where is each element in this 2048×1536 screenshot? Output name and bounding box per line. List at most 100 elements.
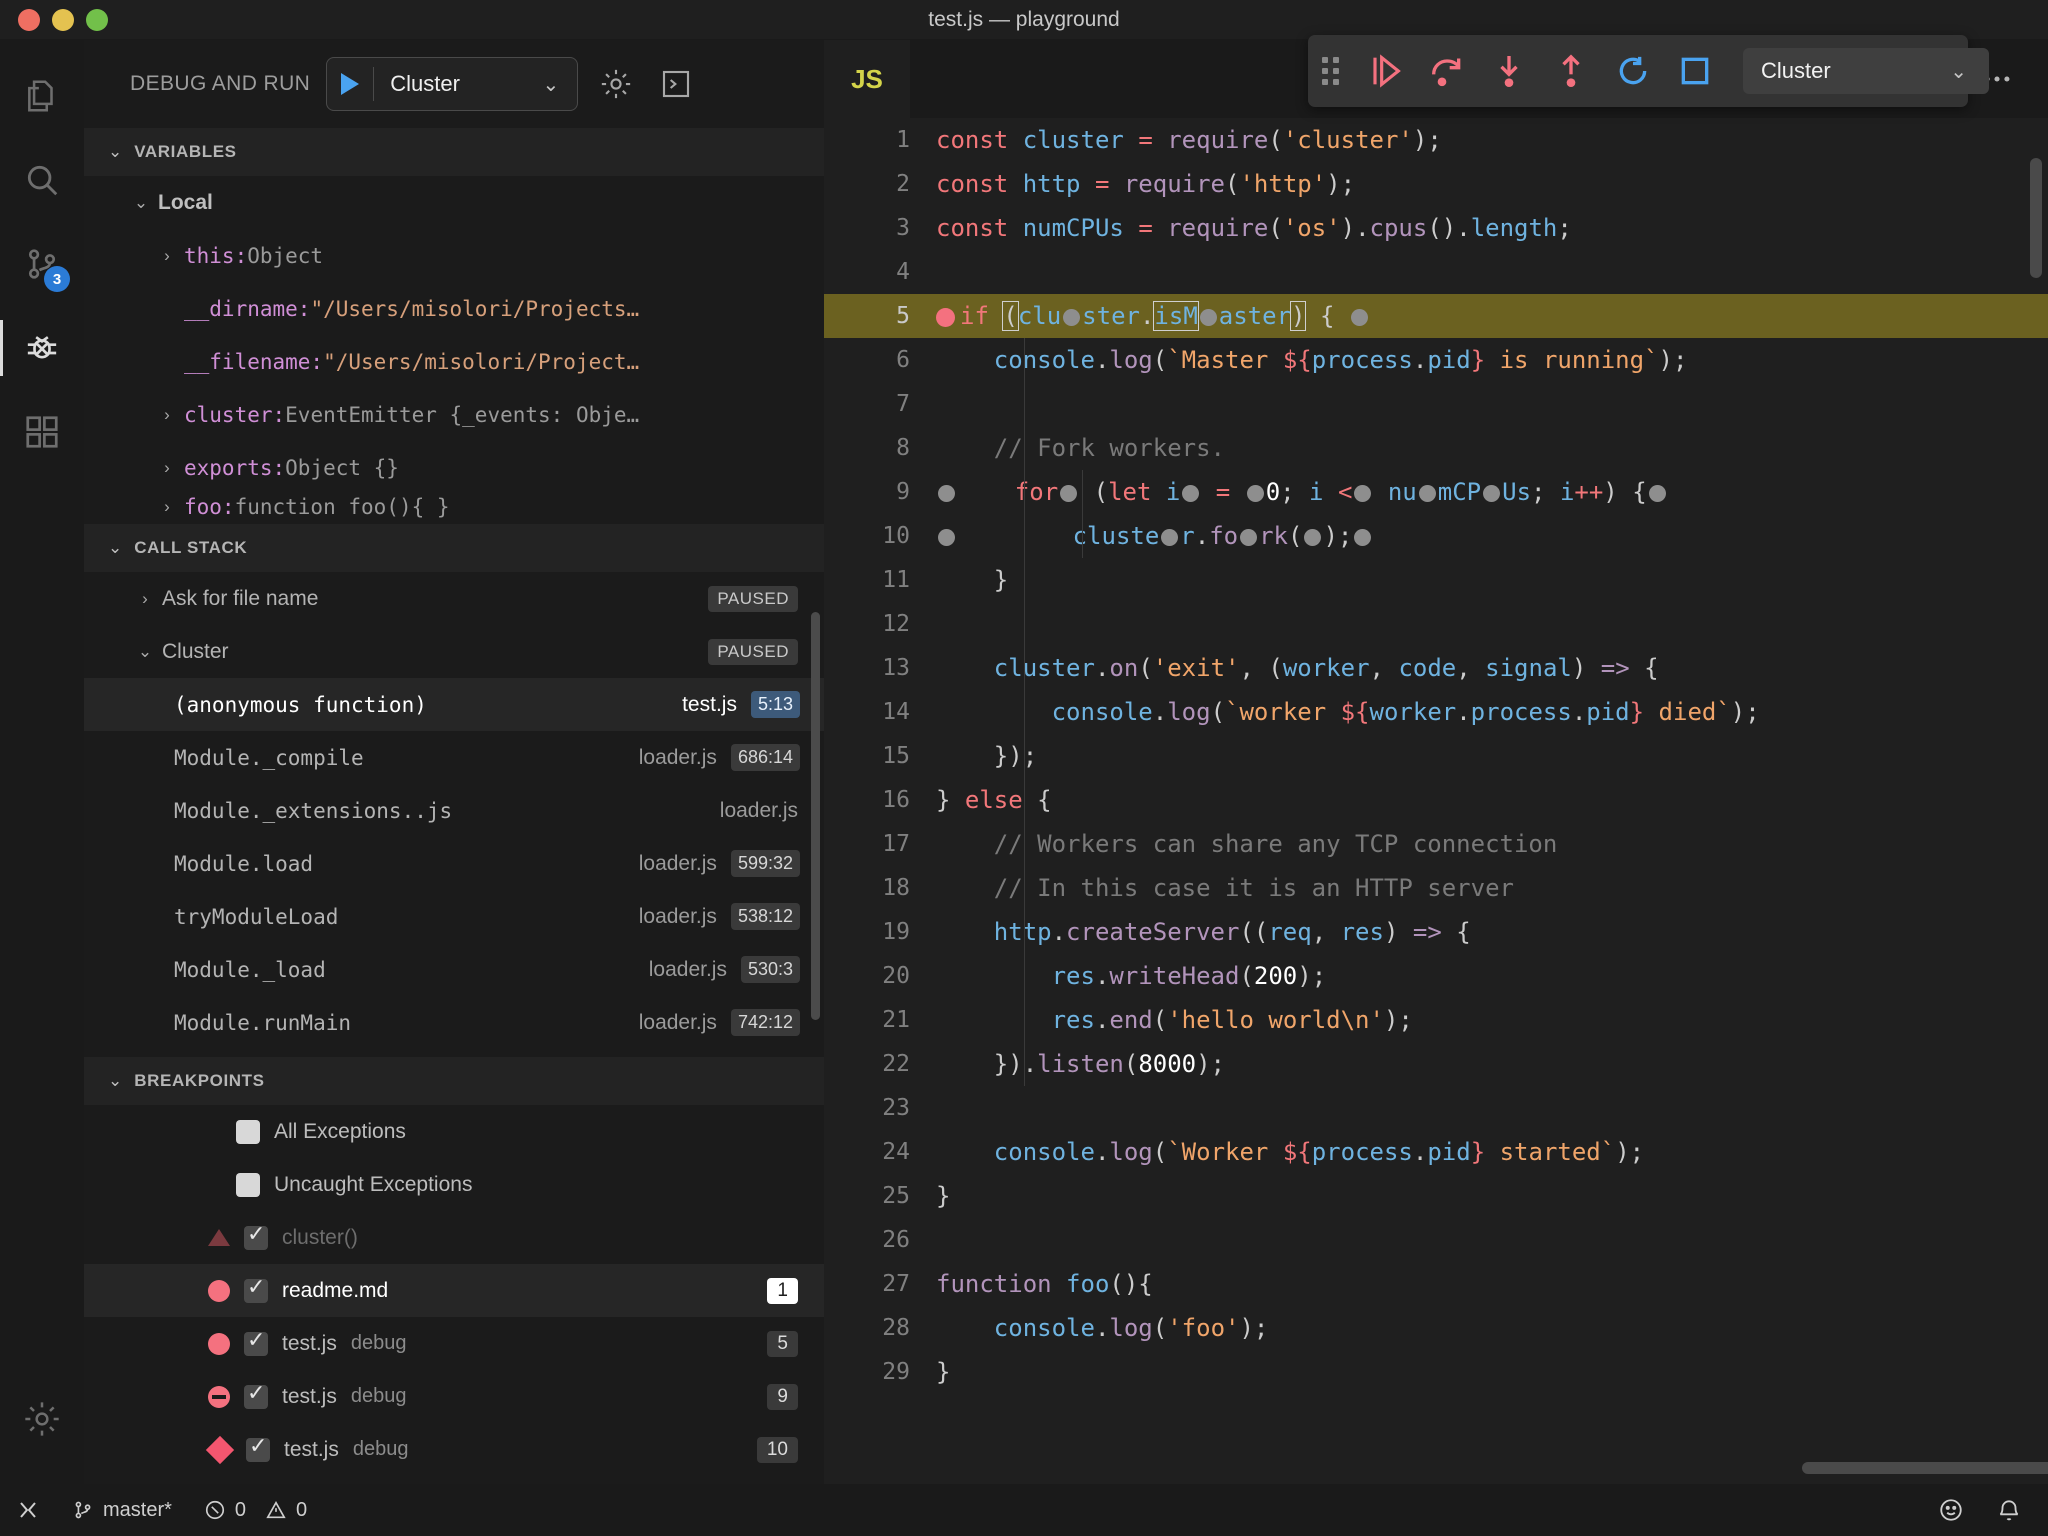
breakpoint-row[interactable]: readme.md 1 — [84, 1264, 824, 1317]
breakpoint-checkbox[interactable] — [236, 1119, 260, 1144]
variable-row[interactable]: › exports: Object {} — [84, 441, 824, 494]
source-control-icon[interactable]: 3 — [0, 222, 84, 306]
code-editor[interactable]: 1 const cluster = require('cluster'); 2 … — [824, 118, 2048, 1448]
code-line[interactable]: 28 console.log('foo'); — [824, 1306, 2048, 1350]
variables-section-header[interactable]: ⌄ VARIABLES — [84, 128, 824, 176]
breakpoint-row[interactable]: cluster() — [84, 1211, 824, 1264]
code-line[interactable]: 14 console.log(`worker ${worker.process.… — [824, 690, 2048, 734]
minimize-window-button[interactable] — [52, 8, 74, 31]
code-line[interactable]: 16 } else { — [824, 778, 2048, 822]
tab-test-js[interactable]: JS — [824, 40, 910, 118]
code-line[interactable]: 10 cluste r.fo rk(); — [824, 514, 2048, 558]
code-line[interactable]: 23 — [824, 1086, 2048, 1130]
code-line[interactable]: 11 } — [824, 558, 2048, 602]
variable-row[interactable]: › this: Object — [84, 229, 824, 282]
chevron-down-icon[interactable]: ⌄ — [530, 72, 571, 97]
debug-console-icon[interactable] — [654, 62, 698, 106]
code-line[interactable]: 20 res.writeHead(200); — [824, 954, 2048, 998]
call-stack-frame[interactable]: tryModuleLoad loader.js 538:12 — [84, 890, 824, 943]
continue-button[interactable] — [1365, 47, 1405, 95]
breakpoint-checkbox[interactable] — [244, 1380, 268, 1409]
call-stack-frame[interactable]: Module.runMain loader.js 742:12 — [84, 996, 824, 1049]
open-launch-json-gear-icon[interactable] — [594, 62, 638, 106]
breakpoint-row[interactable]: test.js debug 10 — [84, 1423, 824, 1476]
breakpoint-checkbox[interactable] — [236, 1172, 260, 1197]
breakpoint-checkbox[interactable] — [244, 1221, 268, 1250]
variables-scope-local[interactable]: ⌄ Local — [84, 176, 824, 229]
code-line[interactable]: 3 const numCPUs = require('os').cpus().l… — [824, 206, 2048, 250]
breakpoint-checkbox[interactable] — [246, 1433, 270, 1462]
stop-button[interactable] — [1675, 47, 1715, 95]
breakpoint-row[interactable]: test.js debug 5 — [84, 1317, 824, 1370]
close-window-button[interactable] — [18, 8, 40, 31]
restart-button[interactable] — [1613, 47, 1653, 95]
breakpoint-checkbox[interactable] — [244, 1274, 268, 1303]
code-line[interactable]: 24 console.log(`Worker ${process.pid} st… — [824, 1130, 2048, 1174]
chevron-right-icon[interactable]: › — [150, 458, 184, 478]
code-line[interactable]: 21 res.end('hello world\n'); — [824, 998, 2048, 1042]
variable-row[interactable]: › cluster: EventEmitter {_events: Obje… — [84, 388, 824, 441]
step-into-button[interactable] — [1489, 47, 1529, 95]
breakpoints-section-header[interactable]: ⌄ BREAKPOINTS — [84, 1057, 824, 1105]
editor-vertical-scrollbar[interactable] — [2030, 158, 2042, 278]
chevron-right-icon[interactable]: › — [128, 589, 162, 609]
code-line[interactable]: 29 } — [824, 1350, 2048, 1394]
code-line[interactable]: 22 }).listen(8000); — [824, 1042, 2048, 1086]
chevron-down-icon[interactable]: ⌄ — [1938, 59, 1979, 84]
call-stack-session[interactable]: › Ask for file name PAUSED — [84, 572, 824, 625]
code-line[interactable]: 6 console.log(`Master ${process.pid} is … — [824, 338, 2048, 382]
variable-row[interactable]: __dirname: "/Users/misolori/Projects… — [84, 282, 824, 335]
code-line-current[interactable]: 5 if (clu ster.isM aster) { — [824, 294, 2048, 338]
call-stack-scrollbar[interactable] — [811, 612, 820, 1020]
chevron-right-icon[interactable]: › — [150, 497, 184, 517]
code-line[interactable]: 9 for (let i = 0; i < nu mCP Us; i++) { — [824, 470, 2048, 514]
remote-indicator[interactable] — [0, 1484, 56, 1536]
feedback-smiley-icon[interactable] — [1922, 1484, 1980, 1536]
call-stack-frame[interactable]: (anonymous function) test.js 5:13 — [84, 678, 824, 731]
call-stack-frame[interactable]: Module._extensions..js loader.js — [84, 784, 824, 837]
breakpoint-row[interactable]: All Exceptions — [84, 1105, 824, 1158]
code-line[interactable]: 18 // In this case it is an HTTP server — [824, 866, 2048, 910]
code-line[interactable]: 26 — [824, 1218, 2048, 1262]
code-line[interactable]: 19 http.createServer((req, res) => { — [824, 910, 2048, 954]
run-debug-icon[interactable] — [0, 306, 84, 390]
code-line[interactable]: 2 const http = require('http'); — [824, 162, 2048, 206]
variable-row[interactable]: › foo: function foo(){ } — [84, 494, 824, 520]
call-stack-section-header[interactable]: ⌄ CALL STACK — [84, 524, 824, 572]
call-stack-frame[interactable]: Module.load loader.js 599:32 — [84, 837, 824, 890]
notifications-bell-icon[interactable] — [1980, 1484, 2048, 1536]
breakpoint-row[interactable]: test.js debug 9 — [84, 1370, 824, 1423]
code-line[interactable]: 17 // Workers can share any TCP connecti… — [824, 822, 2048, 866]
extensions-icon[interactable] — [0, 390, 84, 474]
code-line[interactable]: 7 — [824, 382, 2048, 426]
code-line[interactable]: 15 }); — [824, 734, 2048, 778]
code-line[interactable]: 4 — [824, 250, 2048, 294]
search-icon[interactable] — [0, 138, 84, 222]
debug-toolbar[interactable]: Cluster ⌄ — [1308, 35, 1989, 107]
step-out-button[interactable] — [1551, 47, 1591, 95]
code-line[interactable]: 1 const cluster = require('cluster'); — [824, 118, 2048, 162]
breakpoint-row[interactable]: Uncaught Exceptions — [84, 1158, 824, 1211]
start-debugging-icon[interactable] — [341, 73, 360, 95]
window-controls[interactable] — [0, 8, 108, 31]
maximize-window-button[interactable] — [86, 8, 108, 31]
code-line[interactable]: 25 } — [824, 1174, 2048, 1218]
code-line[interactable]: 13 cluster.on('exit', (worker, code, sig… — [824, 646, 2048, 690]
step-over-button[interactable] — [1427, 47, 1467, 95]
variable-row[interactable]: __filename: "/Users/misolori/Project… — [84, 335, 824, 388]
call-stack-session[interactable]: ⌄ Cluster PAUSED — [84, 625, 824, 678]
chevron-down-icon[interactable]: ⌄ — [128, 642, 162, 662]
problems-indicator[interactable]: 0 0 — [188, 1484, 323, 1536]
launch-configuration-select[interactable]: Cluster ⌄ — [326, 57, 579, 111]
call-stack-frame[interactable]: Module._load loader.js 530:3 — [84, 943, 824, 996]
call-stack-frame[interactable]: Module._compile loader.js 686:14 — [84, 731, 824, 784]
breakpoint-checkbox[interactable] — [244, 1327, 268, 1356]
editor-horizontal-scrollbar[interactable] — [1802, 1462, 2048, 1474]
code-line[interactable]: 27 function foo(){ — [824, 1262, 2048, 1306]
code-line[interactable]: 8 // Fork workers. — [824, 426, 2048, 470]
source-control-branch[interactable]: master* — [56, 1484, 188, 1536]
explorer-icon[interactable] — [0, 54, 84, 138]
debug-session-select[interactable]: Cluster ⌄ — [1743, 48, 1989, 94]
drag-handle-icon[interactable] — [1322, 57, 1339, 85]
chevron-right-icon[interactable]: › — [150, 246, 184, 266]
